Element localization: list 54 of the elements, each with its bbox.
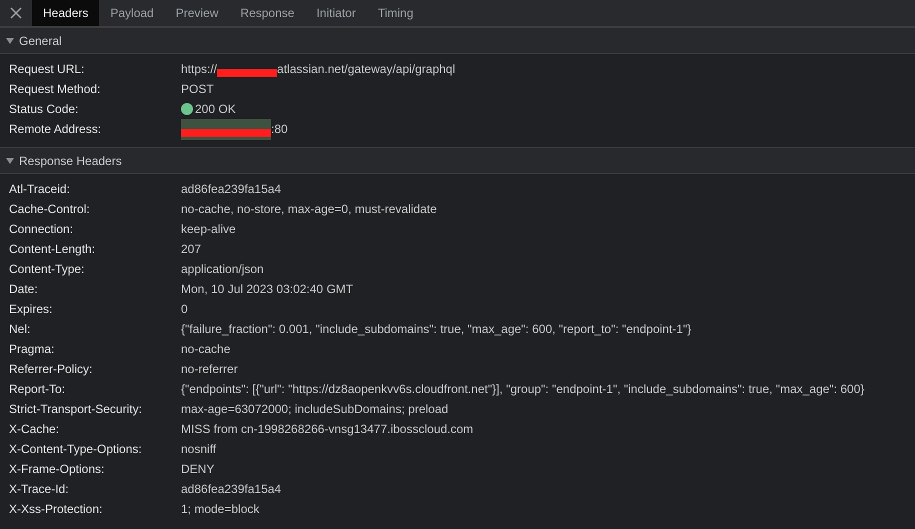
header-name: Referrer-Policy: (8, 362, 94, 376)
header-value: ad86fea239fa15a4 (181, 182, 282, 196)
section-header[interactable]: General (0, 27, 915, 54)
header-value: {"endpoints": [{"url": "https://dz8aopenkvv6s.cloudfront.net"}], "group": "endpoint-1", "include_subdomains": true, "max_age": 600} (181, 382, 864, 396)
header-value: max-age=63072000; includeSubDomains; preload (181, 402, 448, 416)
triangle-icon (6, 36, 14, 44)
header-value: keep-alive (181, 222, 236, 236)
header-name: Content-Length: (8, 242, 96, 256)
header-value: 207 (181, 242, 202, 256)
header-value: no-referrer (181, 362, 238, 376)
tab[interactable]: Response (229, 0, 306, 26)
header-name: Strict-Transport-Security: (8, 402, 143, 416)
header-name: Remote Address: (8, 122, 102, 136)
header-value: atlassian.net/gateway/api/graphql (277, 62, 456, 76)
tab[interactable]: Preview (164, 0, 230, 26)
header-value: nosniff (181, 442, 216, 456)
header-name: Request Method: (8, 82, 102, 96)
header-value: https:// (181, 62, 218, 76)
header-value: no-cache, no-store, max-age=0, must-revalidate (181, 202, 437, 216)
header-value: POST (181, 82, 214, 96)
header-name: Atl-Traceid: (8, 182, 71, 196)
header-name: Pragma: (8, 342, 56, 356)
tab[interactable]: Initiator (305, 0, 367, 26)
header-value: DENY (181, 462, 214, 476)
header-name: Connection: (8, 222, 74, 236)
header-value: 0 (181, 302, 188, 316)
header-name: Nel: (8, 322, 32, 336)
header-name: Cache-Control: (8, 202, 91, 216)
header-name: Request URL: (8, 62, 86, 76)
header-name: X-Cache: (8, 422, 60, 436)
tab[interactable]: Payload (99, 0, 165, 26)
triangle-icon (6, 156, 14, 164)
header-name: X-Content-Type-Options: (8, 442, 143, 456)
header-value: :80 (271, 122, 288, 136)
header-name: Report-To: (8, 382, 66, 396)
tab[interactable]: Timing (366, 0, 424, 26)
header-value: no-cache (181, 342, 230, 356)
header-name: X-Trace-Id: (8, 482, 70, 496)
header-name: X-Frame-Options: (8, 462, 106, 476)
header-name: Date: (8, 282, 39, 296)
header-name: Content-Type: (8, 262, 86, 276)
header-value: Mon, 10 Jul 2023 03:02:40 GMT (181, 282, 354, 296)
header-name: Status Code: (8, 102, 80, 116)
section-header[interactable]: Response Headers (0, 147, 915, 174)
tab[interactable]: Headers (32, 0, 100, 26)
header-value: 1; mode=block (181, 502, 260, 516)
close-icon (10, 7, 22, 19)
header-name: Expires: (8, 302, 54, 316)
header-value: 200 OK (195, 102, 236, 116)
header-value: MISS from cn-1998268266-vnsg13477.ibosscloud.com (181, 422, 474, 436)
header-value: ad86fea239fa15a4 (181, 482, 282, 496)
header-value: application/json (181, 262, 264, 276)
header-name: X-Xss-Protection: (8, 502, 104, 516)
header-value: {"failure_fraction": 0.001, "include_subdomains": true, "max_age": 600, "report_to": "endpoint-1"} (181, 322, 692, 336)
